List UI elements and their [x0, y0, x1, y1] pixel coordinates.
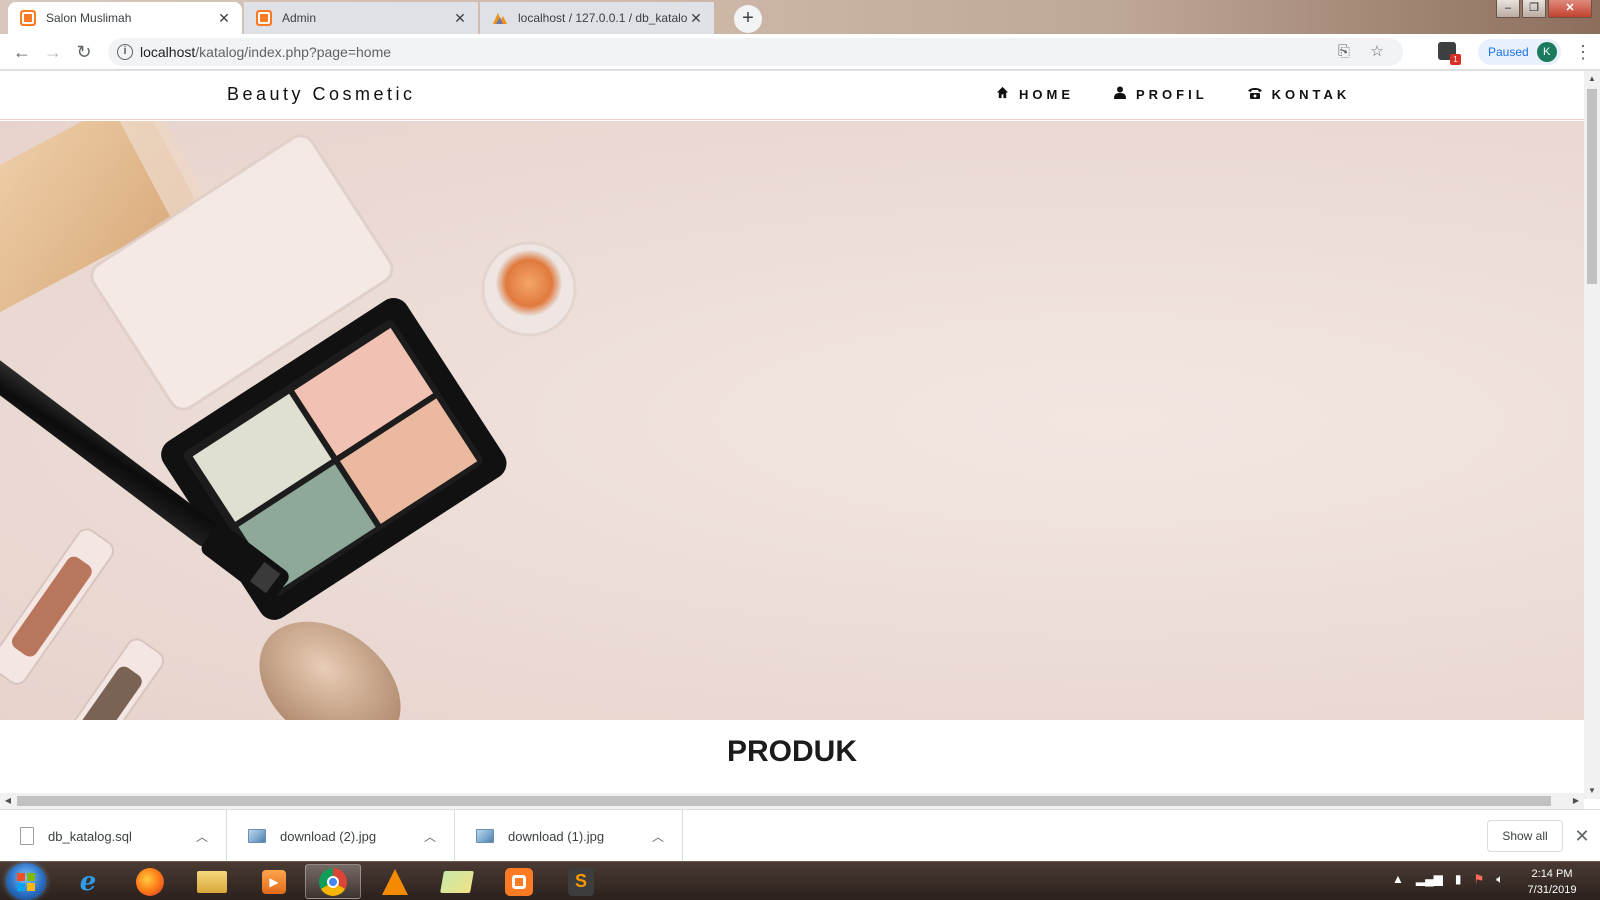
- nav-kontak[interactable]: KONTAK: [1247, 86, 1351, 102]
- xampp-icon: [256, 10, 272, 26]
- xampp-icon: [20, 10, 36, 26]
- nav-profil-label: PROFIL: [1136, 86, 1208, 102]
- download-item[interactable]: download (2).jpg ︿: [228, 810, 455, 862]
- tab-admin[interactable]: Admin ✕: [244, 2, 478, 34]
- page-viewport: Beauty Cosmetic HOME PROFIL KONTAK PRODU…: [0, 71, 1600, 809]
- media-player-icon[interactable]: ▶: [246, 864, 302, 899]
- browser-menu-icon[interactable]: ⋮: [1574, 40, 1592, 64]
- tab-salon-muslimah[interactable]: Salon Muslimah ✕: [8, 2, 242, 34]
- sublime-text-icon[interactable]: S: [553, 864, 609, 899]
- profile-status: Paused: [1488, 45, 1529, 59]
- show-hidden-icons-icon[interactable]: ▲: [1392, 872, 1404, 887]
- download-filename: download (1).jpg: [508, 828, 605, 844]
- home-icon: [996, 86, 1009, 102]
- reload-icon[interactable]: ↻: [72, 40, 96, 64]
- site-info-icon[interactable]: i: [117, 44, 133, 60]
- chevron-up-icon[interactable]: ︿: [190, 828, 214, 845]
- nav-profil[interactable]: PROFIL: [1114, 86, 1208, 102]
- extension-badge: 1: [1450, 54, 1461, 65]
- nav-kontak-label: KONTAK: [1271, 86, 1351, 102]
- vertical-scrollbar[interactable]: ▲ ▼: [1584, 71, 1600, 799]
- windows-logo-icon: [17, 872, 35, 891]
- cosmetics-flatlay-image: [0, 121, 577, 720]
- site-navbar: Beauty Cosmetic HOME PROFIL KONTAK: [0, 71, 1584, 120]
- tab-phpmyadmin[interactable]: localhost / 127.0.0.1 / db_katalog ✕: [480, 2, 714, 34]
- image-file-icon: [248, 829, 266, 843]
- browser-toolbar: ← → ↻ i localhost/katalog/index.php?page…: [0, 34, 1600, 70]
- chrome-icon[interactable]: [305, 864, 361, 899]
- tab-title: Admin: [282, 11, 317, 25]
- forward-icon[interactable]: →: [41, 40, 65, 64]
- close-icon[interactable]: ✕: [688, 10, 704, 26]
- url-text[interactable]: localhost/katalog/index.php?page=home: [140, 44, 391, 60]
- battery-icon[interactable]: ▮: [1455, 872, 1462, 887]
- show-all-button[interactable]: Show all: [1487, 820, 1563, 852]
- close-icon[interactable]: ✕: [1572, 824, 1592, 848]
- extension-icon[interactable]: 1: [1438, 42, 1461, 65]
- folder-icon[interactable]: [429, 864, 485, 899]
- windows-taskbar: e ▶ S ▲ ▂▄▆ ▮ ⚑ 🔈︎ 2:14 PM 7/31/2019: [0, 861, 1600, 900]
- browser-tab-strip: Salon Muslimah ✕ Admin ✕ localhost / 127…: [0, 0, 1600, 34]
- clock-date: 7/31/2019: [1527, 884, 1577, 896]
- network-signal-icon[interactable]: ▂▄▆: [1416, 872, 1443, 887]
- download-shelf: db_katalog.sql ︿ download (2).jpg ︿ down…: [0, 809, 1600, 862]
- download-item[interactable]: download (1).jpg ︿: [456, 810, 683, 862]
- xampp-icon[interactable]: [491, 864, 547, 899]
- window-controls: – ❐ ✕: [1494, 0, 1592, 18]
- chevron-up-icon[interactable]: ︿: [646, 828, 670, 845]
- close-icon[interactable]: ✕: [216, 10, 232, 26]
- firefox-icon[interactable]: [122, 864, 178, 899]
- section-title-produk: PRODUK: [726, 735, 857, 768]
- internet-explorer-icon[interactable]: e: [60, 864, 116, 899]
- hero-image: [0, 121, 1584, 720]
- taskbar-clock[interactable]: 2:14 PM 7/31/2019: [1512, 866, 1592, 898]
- start-button[interactable]: [6, 863, 46, 900]
- vlc-icon[interactable]: [367, 864, 423, 899]
- chevron-up-icon[interactable]: ︿: [418, 828, 442, 845]
- download-filename: db_katalog.sql: [48, 828, 132, 844]
- vertical-scroll-thumb[interactable]: [1587, 89, 1597, 284]
- address-bar[interactable]: i localhost/katalog/index.php?page=home …: [108, 38, 1403, 66]
- translate-icon[interactable]: ⎘: [1334, 42, 1354, 62]
- phone-icon: [1247, 87, 1262, 102]
- scroll-down-icon[interactable]: ▼: [1584, 783, 1600, 799]
- site-nav-links: HOME PROFIL KONTAK: [996, 86, 1390, 102]
- scroll-right-icon[interactable]: ▶: [1568, 793, 1584, 809]
- back-icon[interactable]: ←: [10, 40, 34, 64]
- action-center-icon[interactable]: ⚑: [1473, 872, 1484, 887]
- scroll-up-icon[interactable]: ▲: [1584, 71, 1600, 87]
- close-window-button[interactable]: ✕: [1548, 0, 1592, 18]
- nav-home[interactable]: HOME: [996, 86, 1074, 102]
- profile-button[interactable]: Paused K: [1478, 39, 1561, 65]
- scroll-left-icon[interactable]: ◀: [0, 793, 16, 809]
- user-icon: [1114, 86, 1126, 102]
- volume-icon[interactable]: 🔈︎: [1496, 872, 1503, 887]
- download-filename: download (2).jpg: [280, 828, 377, 844]
- new-tab-button[interactable]: +: [734, 5, 762, 33]
- avatar: K: [1536, 42, 1557, 62]
- tab-title: Salon Muslimah: [46, 11, 132, 25]
- nav-home-label: HOME: [1019, 86, 1074, 102]
- close-icon[interactable]: ✕: [452, 10, 468, 26]
- clock-time: 2:14 PM: [1531, 868, 1573, 880]
- minimize-button[interactable]: –: [1496, 0, 1520, 18]
- bookmark-star-icon[interactable]: ☆: [1367, 42, 1387, 62]
- download-item[interactable]: db_katalog.sql ︿: [0, 810, 227, 862]
- phpmyadmin-icon: [492, 10, 508, 26]
- horizontal-scrollbar[interactable]: ◀ ▶: [0, 793, 1584, 809]
- system-tray: ▲ ▂▄▆ ▮ ⚑ 🔈︎: [1392, 872, 1515, 887]
- tab-title: localhost / 127.0.0.1 / db_katalog: [518, 11, 688, 25]
- restore-button[interactable]: ❐: [1522, 0, 1546, 18]
- file-explorer-icon[interactable]: [184, 864, 240, 899]
- file-icon: [20, 827, 34, 845]
- site-brand[interactable]: Beauty Cosmetic: [227, 84, 416, 105]
- horizontal-scroll-thumb[interactable]: [17, 796, 1551, 806]
- image-file-icon: [476, 829, 494, 843]
